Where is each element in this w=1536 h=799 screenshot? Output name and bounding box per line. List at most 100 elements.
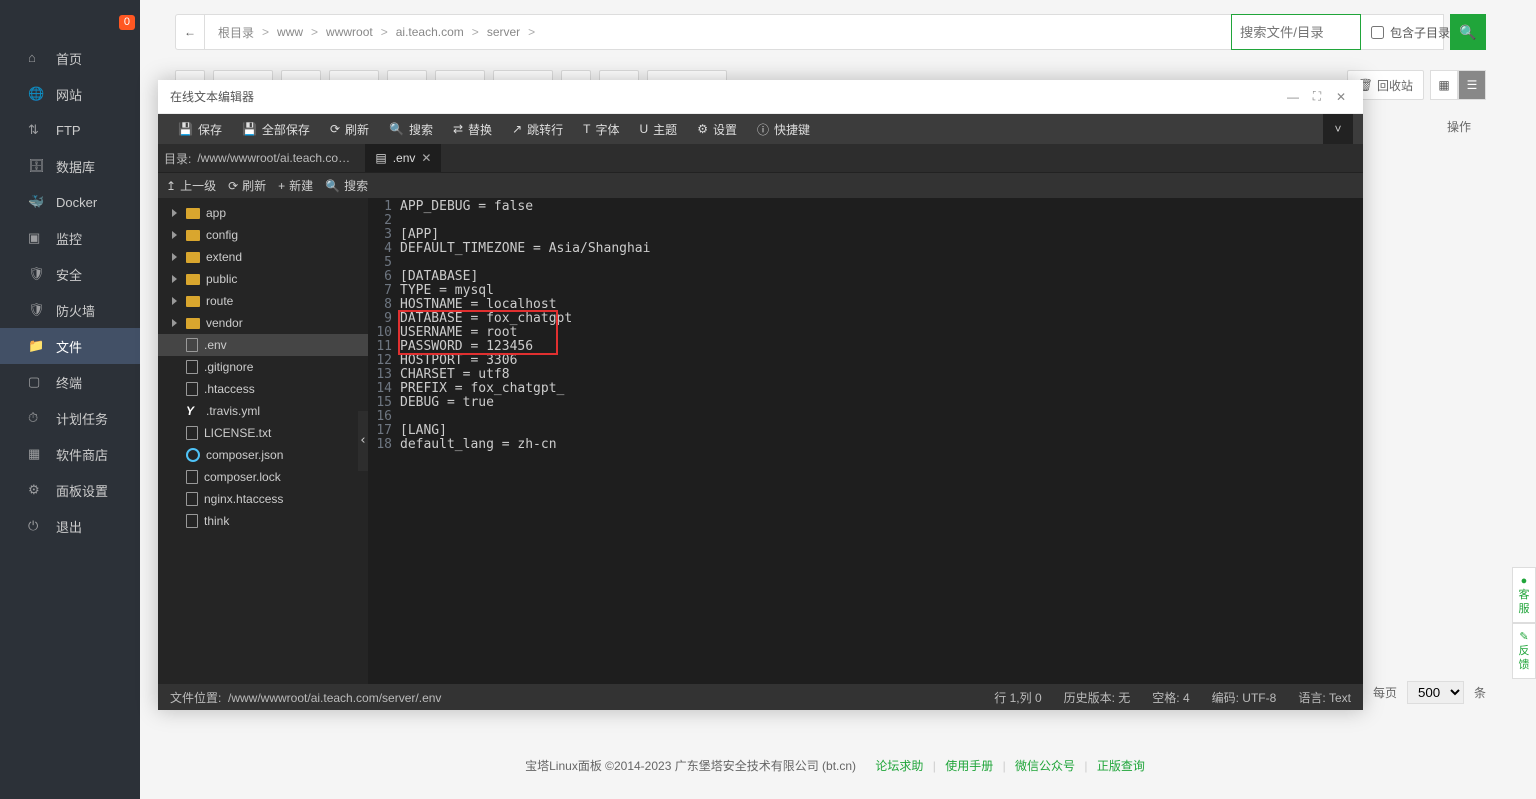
side-tab-feedback[interactable]: ✎反馈 [1512, 623, 1536, 679]
folder-icon [186, 318, 200, 329]
toolbar-search-button[interactable]: 🔍搜索 [379, 114, 443, 144]
collapse-tree-button[interactable]: ‹ [358, 411, 368, 471]
breadcrumb-segment[interactable]: ai.teach.com [396, 25, 464, 39]
back-button[interactable]: ← [175, 14, 205, 50]
nav-label: 面板设置 [56, 481, 108, 500]
toolbar-hotkey-button[interactable]: ⓘ快捷键 [747, 114, 820, 144]
file-location: 文件位置: /www/wwwroot/ai.teach.com/server/.… [170, 689, 441, 706]
nav-file[interactable]: 📁文件 [0, 328, 140, 364]
breadcrumb-segment[interactable]: www [277, 25, 303, 39]
tree-item[interactable]: public [158, 268, 368, 290]
nav-globe[interactable]: 🌐 网站 [0, 76, 140, 112]
code-lines[interactable]: APP_DEBUG = false[APP]DEFAULT_TIMEZONE =… [398, 198, 1363, 684]
footer-link[interactable]: 论坛求助 [875, 759, 923, 773]
tree-item[interactable]: vendor [158, 312, 368, 334]
tree-item[interactable]: .env [158, 334, 368, 356]
minimize-button[interactable]: — [1283, 87, 1303, 107]
font-icon: T [583, 122, 590, 136]
breadcrumb-segment[interactable]: 根目录 [218, 24, 254, 41]
tree-item-label: .travis.yml [206, 404, 260, 418]
search-tree-button[interactable]: 🔍 搜索 [325, 177, 368, 194]
tree-item[interactable]: Y.travis.yml [158, 400, 368, 422]
close-button[interactable]: ✕ [1331, 87, 1351, 107]
nav-docker[interactable]: 🐳Docker [0, 184, 140, 220]
search-button[interactable]: 🔍 [1450, 14, 1486, 50]
tree-item[interactable]: extend [158, 246, 368, 268]
nav-home[interactable]: ⌂首页 [0, 40, 140, 76]
toolbar-settings-button[interactable]: ⚙设置 [687, 114, 747, 144]
history-version[interactable]: 历史版本: 无 [1064, 689, 1131, 706]
side-tab-support[interactable]: ●客服 [1512, 567, 1536, 623]
tree-item-label: think [204, 514, 229, 528]
tree-item-label: route [206, 294, 233, 308]
theme-icon: U [640, 122, 649, 136]
breadcrumb-segment[interactable]: server [487, 25, 520, 39]
caret-icon [172, 209, 180, 217]
tree-item[interactable]: LICENSE.txt [158, 422, 368, 444]
footer-link[interactable]: 使用手册 [945, 759, 993, 773]
include-subdir-checkbox[interactable] [1371, 26, 1384, 39]
encoding[interactable]: 编码: UTF-8 [1212, 689, 1277, 706]
folder-icon [186, 208, 200, 219]
nav-label: 监控 [56, 229, 82, 248]
dir-path: /www/wwwroot/ai.teach.com/se... [197, 151, 357, 165]
nav-label: 网站 [56, 85, 82, 104]
tree-item[interactable]: think [158, 510, 368, 532]
json-icon [186, 448, 200, 462]
nav-logout[interactable]: ⏻退出 [0, 508, 140, 544]
toolbar-saveall-button[interactable]: 💾全部保存 [232, 114, 320, 144]
notification-badge[interactable]: 0 [119, 15, 135, 30]
indent-spaces[interactable]: 空格: 4 [1152, 689, 1189, 706]
nav-store[interactable]: ▦软件商店 [0, 436, 140, 472]
breadcrumb-segment[interactable]: wwwroot [326, 25, 373, 39]
toolbar-save-button[interactable]: 💾保存 [168, 114, 232, 144]
list-view-button[interactable]: ☰ [1458, 70, 1486, 100]
code-area[interactable]: ‹ 123456789101112131415161718 APP_DEBUG … [368, 198, 1363, 684]
nav-monitor[interactable]: ▣监控 [0, 220, 140, 256]
search-input[interactable] [1231, 14, 1361, 50]
tree-item-label: vendor [206, 316, 243, 330]
new-file-button[interactable]: + 新建 [278, 177, 313, 194]
language[interactable]: 语言: Text [1298, 689, 1351, 706]
nav-db[interactable]: 🗄数据库 [0, 148, 140, 184]
tree-item[interactable]: app [158, 202, 368, 224]
tree-item[interactable]: route [158, 290, 368, 312]
footer-link[interactable]: 微信公众号 [1015, 759, 1075, 773]
text-editor-modal: 在线文本编辑器 — ⛶ ✕ 💾保存💾全部保存⟳刷新🔍搜索⇄替换↗跳转行T字体U主… [158, 80, 1363, 710]
footer-link[interactable]: 正版查询 [1097, 759, 1145, 773]
nav-shield[interactable]: 🛡安全 [0, 256, 140, 292]
up-dir-button[interactable]: ↥ 上一级 [166, 177, 216, 194]
firewall-icon: 🛡 [28, 302, 44, 318]
toolbar-font-button[interactable]: T字体 [573, 114, 629, 144]
nav-ftp[interactable]: ⇅FTP [0, 112, 140, 148]
toolbar-refresh-button[interactable]: ⟳刷新 [320, 114, 379, 144]
nav-terminal[interactable]: ▢终端 [0, 364, 140, 400]
nav-firewall[interactable]: 🛡防火墙 [0, 292, 140, 328]
folder-icon [186, 274, 200, 285]
tree-item[interactable]: composer.lock [158, 466, 368, 488]
nav-label: 计划任务 [56, 409, 108, 428]
tree-item[interactable]: composer.json [158, 444, 368, 466]
tree-item[interactable]: nginx.htaccess [158, 488, 368, 510]
tree-item[interactable]: .htaccess [158, 378, 368, 400]
toolbar-dropdown[interactable]: ˅ [1323, 114, 1353, 144]
toolbar-goto-button[interactable]: ↗跳转行 [502, 114, 573, 144]
globe-icon: 🌐 [28, 86, 44, 102]
nav-task[interactable]: ⏱计划任务 [0, 400, 140, 436]
toolbar-replace-button[interactable]: ⇄替换 [443, 114, 502, 144]
refresh-tree-button[interactable]: ⟳ 刷新 [228, 177, 266, 194]
maximize-button[interactable]: ⛶ [1307, 87, 1327, 107]
grid-view-button[interactable]: ▦ [1430, 70, 1458, 100]
saveall-icon: 💾 [242, 122, 257, 136]
per-page-select[interactable]: 500 [1407, 681, 1464, 704]
file-tab[interactable]: ▤ .env ✕ [365, 144, 441, 172]
tree-item[interactable]: config [158, 224, 368, 246]
include-subdir-label[interactable]: 包含子目录 [1361, 24, 1450, 41]
line-gutter: 123456789101112131415161718 [368, 198, 398, 684]
close-tab-icon[interactable]: ✕ [421, 151, 431, 165]
nav-settings[interactable]: ⚙面板设置 [0, 472, 140, 508]
toolbar-theme-button[interactable]: U主题 [630, 114, 688, 144]
tree-item[interactable]: .gitignore [158, 356, 368, 378]
tree-item-label: .env [204, 338, 227, 352]
nav-label: 数据库 [56, 157, 95, 176]
